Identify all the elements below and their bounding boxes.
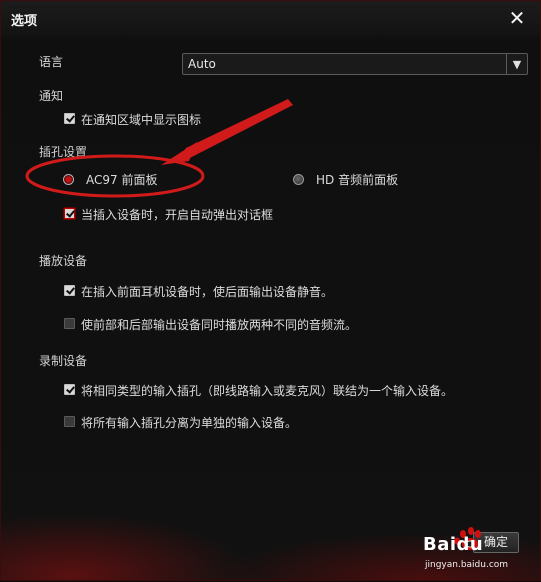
watermark-brand: Baidu	[423, 534, 484, 555]
ac97-radio[interactable]	[63, 174, 74, 185]
merge-inputs-checkbox[interactable]	[64, 384, 75, 395]
two-streams-label: 使前部和后部输出设备同时播放两种不同的音频流。	[81, 318, 358, 332]
watermark-site: jingyan.baidu.com	[425, 560, 509, 570]
arrow-head	[161, 142, 197, 165]
mute-rear-checkbox[interactable]	[64, 285, 75, 296]
options-dialog: 选项 ✕ 语言 Auto ▼ 通知 在通知区域中显示图标 插孔设置 AC97 前…	[0, 0, 541, 581]
ac97-label: AC97 前面板	[86, 173, 158, 187]
notification-section-label: 通知	[39, 89, 64, 103]
close-button[interactable]: ✕	[506, 7, 528, 29]
chevron-down-icon[interactable]: ▼	[506, 54, 527, 74]
language-select[interactable]: Auto ▼	[182, 53, 528, 75]
pointer-arrow	[179, 99, 293, 161]
auto-dialog-checkbox[interactable]	[64, 208, 75, 219]
mute-rear-label: 在插入前面耳机设备时，使后面输出设备静音。	[81, 285, 334, 299]
hd-audio-radio[interactable]	[293, 174, 304, 185]
baidu-watermark: Baidu jingyan.baidu.com	[421, 524, 541, 580]
playback-section-label: 播放设备	[39, 254, 88, 268]
auto-dialog-label: 当插入设备时，开启自动弹出对话框	[81, 208, 274, 222]
language-label: 语言	[39, 55, 64, 69]
show-icon-checkbox[interactable]	[64, 113, 75, 124]
title-bar: 选项 ✕	[1, 1, 540, 37]
separate-inputs-label: 将所有输入插孔分离为单独的输入设备。	[81, 416, 298, 430]
show-icon-label: 在通知区域中显示图标	[81, 113, 202, 127]
merge-inputs-label: 将相同类型的输入插孔（即线路输入或麦克风）联结为一个输入设备。	[81, 384, 454, 398]
close-icon: ✕	[508, 6, 526, 30]
separate-inputs-checkbox[interactable]	[64, 416, 75, 427]
jack-section-label: 插孔设置	[39, 145, 88, 159]
dialog-title: 选项	[11, 14, 38, 29]
language-select-value: Auto	[188, 57, 216, 71]
recording-section-label: 录制设备	[39, 354, 88, 368]
two-streams-checkbox[interactable]	[64, 318, 75, 329]
hd-audio-label: HD 音频前面板	[316, 173, 399, 187]
